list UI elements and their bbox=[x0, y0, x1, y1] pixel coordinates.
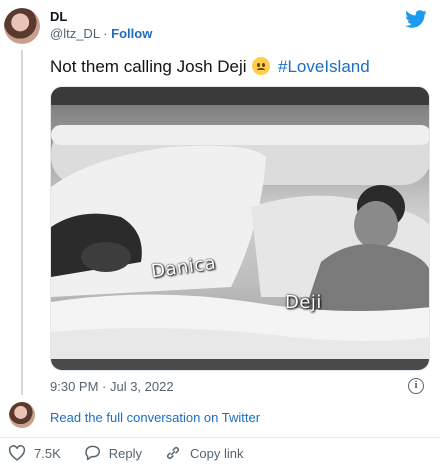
reply-label: Reply bbox=[108, 445, 142, 461]
tweet-timestamp[interactable]: 9:30 PM · Jul 3, 2022 bbox=[50, 379, 174, 394]
thread-line bbox=[21, 50, 23, 395]
info-icon[interactable]: i bbox=[408, 378, 424, 394]
copy-link-button[interactable]: Copy link bbox=[164, 445, 243, 461]
tweet-actions: 7.5K Reply Copy link bbox=[8, 445, 265, 461]
divider bbox=[0, 437, 440, 438]
conversation-avatar bbox=[9, 402, 35, 428]
link-icon bbox=[166, 446, 180, 460]
follow-button[interactable]: Follow bbox=[111, 26, 152, 41]
photo-scene bbox=[51, 87, 429, 370]
like-button[interactable]: 7.5K bbox=[8, 445, 61, 461]
heart-icon bbox=[8, 445, 26, 461]
tweet-body: Not them calling Josh Deji bbox=[50, 57, 247, 76]
reply-button[interactable]: Reply bbox=[83, 445, 142, 461]
author-avatar[interactable] bbox=[4, 8, 40, 44]
tweet-text: Not them calling Josh Deji #LoveIsland bbox=[50, 56, 370, 78]
separator-dot: · bbox=[103, 26, 108, 41]
author-handle[interactable]: @ltz_DL bbox=[50, 26, 100, 41]
copy-link-label: Copy link bbox=[190, 445, 244, 461]
reply-icon bbox=[85, 445, 100, 461]
read-conversation-link[interactable]: Read the full conversation on Twitter bbox=[50, 410, 260, 425]
like-count: 7.5K bbox=[34, 445, 61, 461]
photo-label-deji: Deji bbox=[285, 292, 322, 313]
twitter-bird-icon[interactable] bbox=[405, 10, 427, 28]
tweet-photo[interactable]: Danica Deji bbox=[50, 86, 430, 371]
hashtag-link[interactable]: #LoveIsland bbox=[278, 57, 370, 76]
tweet-header: DL @ltz_DL · Follow bbox=[50, 9, 152, 42]
author-display-name[interactable]: DL bbox=[50, 9, 152, 25]
worried-face-emoji bbox=[252, 57, 271, 75]
author-handle-row: @ltz_DL · Follow bbox=[50, 26, 152, 42]
